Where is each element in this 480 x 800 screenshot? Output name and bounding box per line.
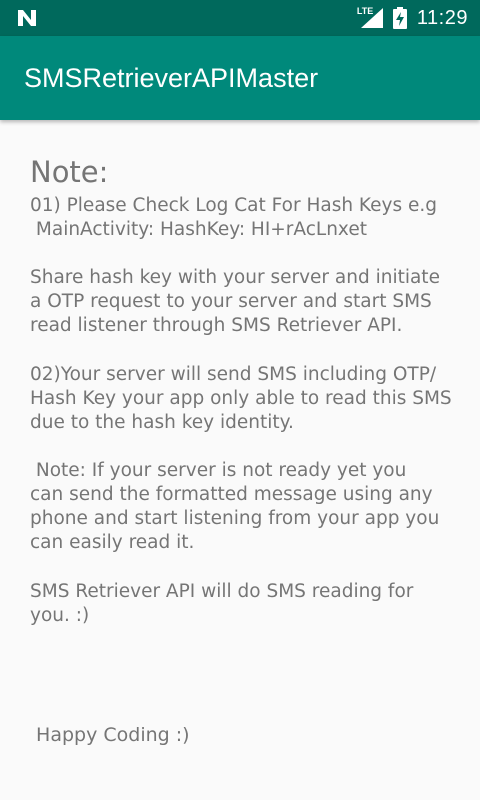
app-title: SMSRetrieverAPIMaster [24, 63, 319, 93]
status-icons: LTE 11:29 [357, 0, 468, 36]
status-bar: LTE 11:29 [0, 0, 480, 36]
notification-n-icon [16, 8, 38, 28]
happy-coding-text: Happy Coding :) [30, 724, 190, 746]
note-content: Note: 01) Please Check Log Cat For Hash … [30, 150, 460, 628]
battery-charging-icon [392, 7, 407, 29]
note-body: 01) Please Check Log Cat For Hash Keys e… [30, 195, 452, 626]
status-time: 11:29 [416, 6, 468, 29]
app-bar: SMSRetrieverAPIMaster [0, 36, 480, 120]
lte-signal-icon: LTE [357, 6, 383, 28]
note-heading: Note: [30, 155, 109, 189]
